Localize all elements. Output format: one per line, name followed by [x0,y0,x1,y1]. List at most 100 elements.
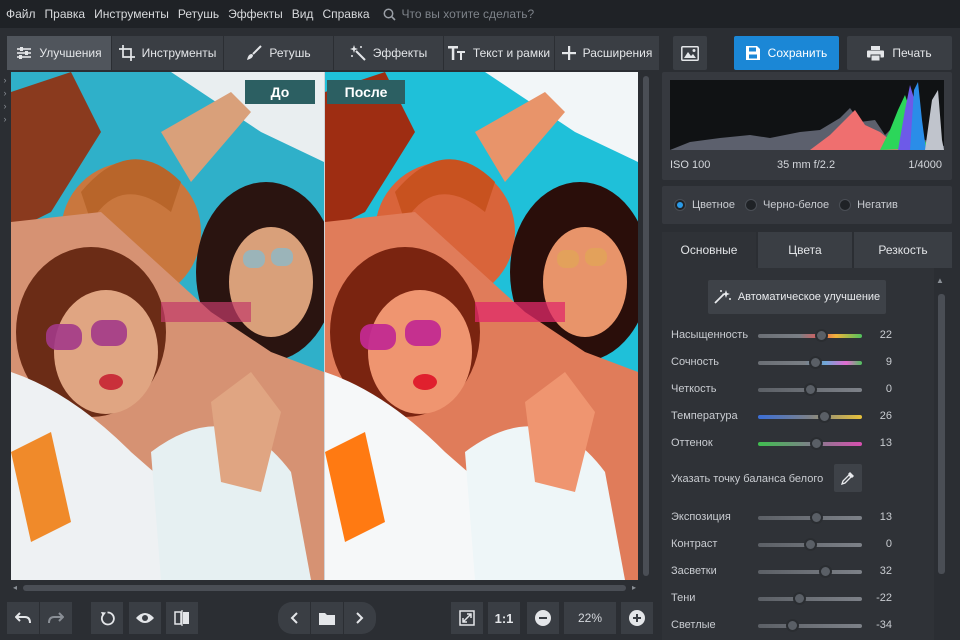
tab-colors[interactable]: Цвета [758,232,854,268]
menu-retouch[interactable]: Ретушь [178,7,219,21]
menu-tools[interactable]: Инструменты [94,7,169,21]
canvas-horizontal-scrollbar[interactable]: ◂ ▸ [11,582,638,594]
before-label: До [245,80,315,104]
mode-negative-label: Негатив [857,199,898,211]
menu-help[interactable]: Справка [322,7,369,21]
chevron-left-icon [290,612,298,624]
color-mode-group: Цветное Черно-белое Негатив [662,186,952,224]
slider-knob[interactable] [809,356,823,369]
tab-text-frames[interactable]: Текст и рамки [444,36,555,70]
expand-icon [459,610,475,626]
slider-track[interactable] [758,624,862,628]
slider-track[interactable] [758,334,862,338]
search-icon [383,8,396,21]
slider-knob[interactable] [818,565,832,578]
folder-icon [319,612,335,625]
mode-color-radio[interactable]: Цветное [674,199,735,211]
slider-knob[interactable] [804,383,817,396]
tab-tools-label: Инструменты [141,46,217,60]
zoom-in-button[interactable] [621,602,653,634]
photo-before: До [11,72,324,580]
slider-knob[interactable] [792,592,806,605]
tab-sharpness[interactable]: Резкость [854,232,952,268]
panel-scrollbar[interactable]: ▲ [932,268,950,640]
open-folder-button[interactable] [311,602,343,634]
print-button[interactable]: Печать [847,36,952,70]
slider-knob[interactable] [815,329,829,342]
slider-value: 22 [879,329,892,341]
slider-label: Экспозиция [671,511,731,523]
slider-row: Светлые -34 [662,616,934,636]
zoom-out-button[interactable] [527,602,559,634]
menu-edit[interactable]: Правка [45,7,86,21]
next-image-button[interactable] [344,602,376,634]
panel-tabs: Основные Цвета Резкость [662,232,952,268]
fit-to-screen-button[interactable] [451,602,483,634]
tab-extensions[interactable]: Расширения [555,36,660,70]
slider-value: -22 [876,592,892,604]
menu-bar: Файл Правка Инструменты Ретушь Эффекты В… [0,0,960,28]
menu-file[interactable]: Файл [6,7,36,21]
slider-knob[interactable] [810,437,824,450]
after-label: После [327,80,405,104]
slider-track[interactable] [758,570,862,574]
tab-basic[interactable]: Основные [662,232,758,268]
save-button[interactable]: Сохранить [734,36,839,70]
sliders-icon [17,47,32,59]
slider-track[interactable] [758,415,862,419]
slider-label: Светлые [671,619,716,631]
photo-canvas[interactable]: До После [11,72,638,580]
actual-size-button[interactable]: 1:1 [488,602,520,634]
mode-negative-radio[interactable]: Негатив [839,199,898,211]
undo-icon [15,612,31,624]
undo-button[interactable] [7,602,39,634]
auto-enhance-label: Автоматическое улучшение [737,291,881,303]
slider-value: 0 [885,383,892,395]
plus-circle-icon [629,610,645,626]
canvas-vertical-scrollbar[interactable] [640,72,652,580]
eye-icon [136,613,154,623]
slider-row: Экспозиция 13 [662,508,934,528]
slider-knob[interactable] [817,410,831,423]
histogram-box: ISO 100 35 mm f/2.2 1/4000 [662,72,952,180]
eyedropper-icon [841,472,854,485]
tab-enhance[interactable]: Улучшения [7,36,112,70]
slider-value: 9 [885,356,892,368]
menu-effects[interactable]: Эффекты [228,7,283,21]
image-button[interactable] [673,36,707,70]
auto-enhance-button[interactable]: Автоматическое улучшение [708,280,886,314]
left-panel-toggles[interactable]: › › › › [0,74,10,126]
mode-bw-radio[interactable]: Черно-белое [744,199,830,211]
redo-button[interactable] [40,602,72,634]
slider-knob[interactable] [786,619,800,632]
preview-button[interactable] [129,602,161,634]
photo-after: После [325,72,638,580]
slider-knob[interactable] [810,511,824,524]
tab-retouch[interactable]: Ретушь [224,36,334,70]
redo-icon [48,612,64,624]
zoom-level[interactable]: 22% [564,602,616,634]
slider-value: 32 [879,565,892,577]
previous-image-button[interactable] [278,602,310,634]
tab-tools[interactable]: Инструменты [112,36,224,70]
mode-bw-label: Черно-белое [762,199,830,211]
slider-value: 13 [879,511,892,523]
tab-effects[interactable]: Эффекты [334,36,444,70]
slider-row: Засветки 32 [662,562,934,582]
toolbar: Улучшения Инструменты Ретушь Эффекты Тек… [0,28,960,74]
menu-view[interactable]: Вид [292,7,314,21]
slider-track[interactable] [758,597,862,601]
tab-text-frames-label: Текст и рамки [472,46,551,60]
main-tabs: Улучшения Инструменты Ретушь Эффекты Тек… [7,36,660,70]
reset-button[interactable] [91,602,123,634]
compare-split-icon [174,610,189,626]
white-balance-picker-button[interactable] [834,464,862,492]
slider-label: Насыщенность [671,329,749,341]
search-input[interactable] [401,7,602,21]
image-icon [681,45,699,61]
slider-label: Засветки [671,565,717,577]
slider-row: Оттенок 13 [662,434,934,454]
compare-button[interactable] [166,602,198,634]
slider-knob[interactable] [804,538,817,551]
slider-value: -34 [876,619,892,631]
